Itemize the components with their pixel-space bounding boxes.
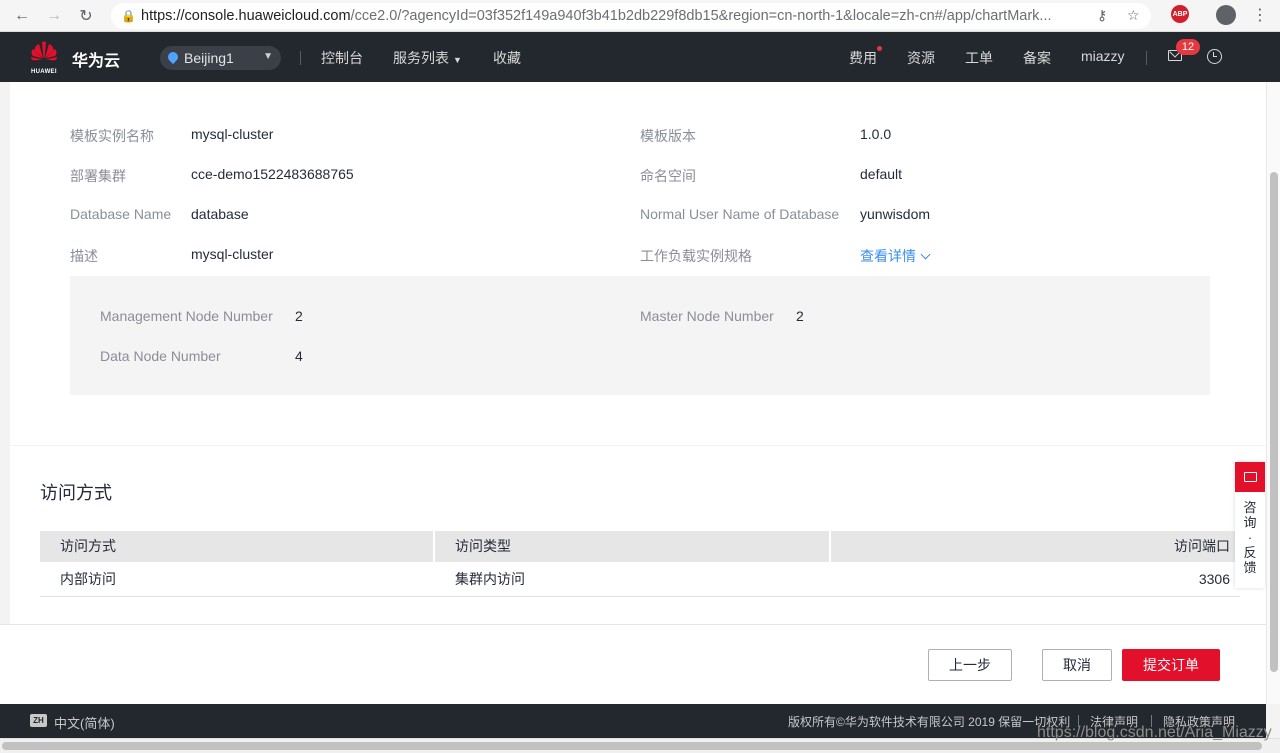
- caret-down-icon: ▼: [453, 55, 462, 65]
- divider: [300, 51, 301, 65]
- nav-console[interactable]: 控制台: [321, 48, 363, 68]
- profile-icon[interactable]: [1216, 5, 1236, 25]
- description-value: mysql-cluster: [191, 246, 274, 262]
- db-user-label: Normal User Name of Database: [640, 206, 840, 222]
- view-details-link[interactable]: 查看详情: [860, 246, 931, 266]
- url-host: https://console.huaweicloud.com: [141, 7, 351, 24]
- action-bar: 上一步 取消 提交订单: [0, 624, 1266, 704]
- column-header: 访问类型: [435, 531, 831, 562]
- mail-count-badge: 12: [1176, 39, 1200, 55]
- master-node-value: 2: [796, 308, 804, 324]
- url-text[interactable]: https://console.huaweicloud.com/cce2.0/?…: [141, 8, 1071, 24]
- adblock-icon[interactable]: ABP: [1171, 5, 1189, 23]
- table-cell: 集群内访问: [455, 571, 525, 587]
- cluster-value: cce-demo1522483688765: [191, 166, 354, 182]
- section-title: 访问方式: [40, 483, 112, 503]
- template-details-card: 模板实例名称 mysql-cluster 模板版本 1.0.0 部署集群 cce…: [10, 82, 1266, 445]
- column-header: 访问方式: [40, 531, 435, 562]
- console-header: HUAWEI 华为云 Beijing1 ▼ 控制台 服务列表 ▼ 收藏 费用 资源…: [0, 32, 1280, 82]
- chat-icon[interactable]: [1235, 462, 1265, 492]
- table-cell: 内部访问: [60, 571, 116, 587]
- feedback-widget[interactable]: 咨 询 · 反 馈: [1235, 462, 1265, 588]
- data-node-label: Data Node Number: [100, 348, 221, 364]
- notification-dot: [877, 46, 882, 51]
- address-bar[interactable]: 🔒 https://console.huaweicloud.com/cce2.0…: [111, 2, 1151, 29]
- reload-icon[interactable]: ↻: [73, 3, 99, 29]
- star-icon[interactable]: ☆: [1127, 7, 1140, 24]
- workload-spec-label: 工作负载实例规格: [640, 248, 752, 264]
- url-path: /cce2.0/?agencyId=03f352f149a940f3b41b2d…: [350, 7, 1052, 24]
- feedback-char: ·: [1247, 530, 1253, 545]
- namespace-value: default: [860, 166, 903, 182]
- region-selector[interactable]: Beijing1 ▼: [160, 46, 281, 70]
- key-icon[interactable]: ⚷: [1097, 7, 1107, 24]
- instance-name-value: mysql-cluster: [191, 126, 274, 142]
- cluster-label: 部署集群: [70, 168, 126, 184]
- language-selector[interactable]: 中文(简体): [54, 713, 115, 732]
- view-details-label: 查看详情: [860, 248, 916, 264]
- chevron-down-icon: [920, 249, 931, 260]
- lock-icon: 🔒: [121, 8, 136, 23]
- logo-wordmark: HUAWEI: [31, 69, 57, 75]
- user-menu[interactable]: miazzy: [1081, 48, 1125, 64]
- nav-services[interactable]: 服务列表 ▼: [393, 48, 462, 68]
- master-node-label: Master Node Number: [640, 308, 774, 324]
- feedback-char: 询: [1243, 515, 1257, 530]
- access-method-card: 访问方式 访问方式 访问类型 访问端口 内部访问 集群内访问 3306: [10, 446, 1266, 624]
- location-pin-icon: [168, 52, 178, 64]
- brand-title[interactable]: 华为云: [72, 47, 120, 71]
- nav-filing[interactable]: 备案: [1023, 48, 1051, 68]
- access-table: 访问方式 访问类型 访问端口 内部访问 集群内访问 3306: [40, 531, 1240, 597]
- feedback-char: 咨: [1243, 500, 1257, 515]
- back-icon[interactable]: ←: [9, 3, 35, 29]
- nav-tickets[interactable]: 工单: [965, 48, 993, 68]
- nav-favorites[interactable]: 收藏: [493, 48, 521, 68]
- language-icon[interactable]: ZH: [30, 714, 47, 727]
- column-header: 访问端口: [1174, 538, 1230, 554]
- nav-resources[interactable]: 资源: [907, 48, 935, 68]
- template-version-label: 模板版本: [640, 128, 696, 144]
- description-label: 描述: [70, 248, 98, 264]
- scrollbar-thumb[interactable]: [1270, 172, 1278, 672]
- scrollbar-thumb[interactable]: [2, 742, 1262, 750]
- vertical-scrollbar[interactable]: [1266, 82, 1280, 704]
- previous-step-button[interactable]: 上一步: [928, 649, 1012, 681]
- forward-icon[interactable]: →: [41, 3, 67, 29]
- region-label: Beijing1: [184, 50, 234, 66]
- db-name-value: database: [191, 206, 249, 222]
- menu-icon[interactable]: ⋮: [1252, 5, 1268, 25]
- table-row: 内部访问 集群内访问 3306: [40, 562, 1240, 597]
- huawei-logo-icon[interactable]: [30, 40, 58, 70]
- feedback-char: 反: [1243, 545, 1257, 560]
- db-user-value: yunwisdom: [860, 206, 931, 222]
- table-cell: 3306: [1198, 571, 1230, 587]
- mgmt-node-label: Management Node Number: [100, 308, 273, 324]
- clock-icon[interactable]: [1207, 49, 1222, 64]
- nav-services-label: 服务列表: [393, 50, 449, 66]
- nav-fees[interactable]: 费用: [849, 48, 877, 68]
- workload-spec-panel: Management Node Number 2 Master Node Num…: [70, 276, 1210, 395]
- cancel-button[interactable]: 取消: [1042, 649, 1112, 681]
- instance-name-label: 模板实例名称: [70, 128, 154, 144]
- feedback-char: 馈: [1243, 560, 1257, 575]
- submit-order-button[interactable]: 提交订单: [1122, 649, 1220, 681]
- db-name-label: Database Name: [70, 206, 172, 222]
- template-version-value: 1.0.0: [860, 126, 892, 142]
- caret-down-icon: ▼: [263, 51, 273, 62]
- table-header: 访问方式 访问类型 访问端口: [40, 531, 1240, 562]
- browser-toolbar: ← → ↻ 🔒 https://console.huaweicloud.com/…: [0, 0, 1280, 32]
- mgmt-node-value: 2: [295, 308, 303, 324]
- copyright-text: 版权所有©华为软件技术有限公司 2019 保留一切权利: [788, 715, 1071, 729]
- namespace-label: 命名空间: [640, 168, 696, 184]
- feedback-label[interactable]: 咨 询 · 反 馈: [1235, 492, 1265, 575]
- data-node-value: 4: [295, 348, 303, 364]
- divider: [1146, 51, 1147, 65]
- watermark-text: https://blog.csdn.net/Aria_Miazzy: [1037, 724, 1272, 741]
